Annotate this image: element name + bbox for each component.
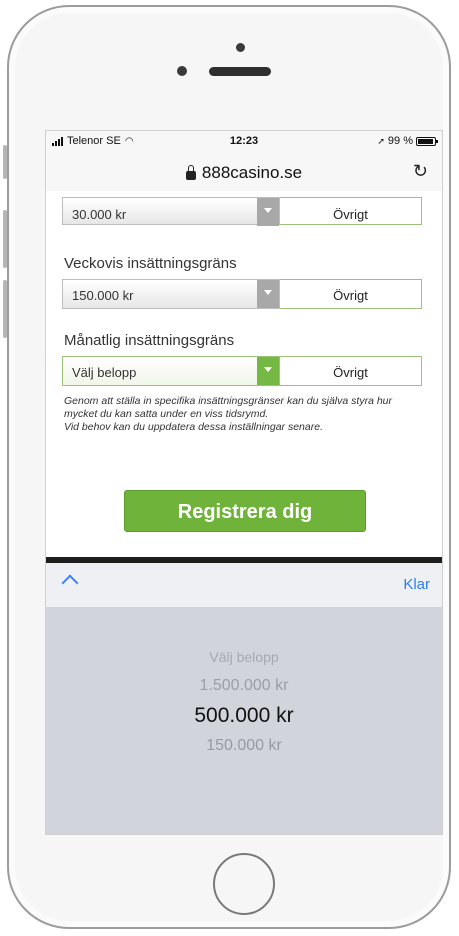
weekly-limit-row: 150.000 kr Övrigt [62, 279, 422, 309]
value-picker[interactable]: Välj belopp 1.500.000 kr 500.000 kr 150.… [46, 607, 442, 834]
proximity-sensor [177, 66, 187, 76]
weekly-limit-label: Veckovis insättningsgräns [64, 255, 237, 272]
register-button[interactable]: Registrera dig [124, 490, 366, 532]
chevron-down-icon [257, 357, 279, 385]
status-bar: Telenor SE ◠ 12:23 ➚ 99 % [46, 131, 442, 151]
battery-percent: 99 % [387, 135, 413, 147]
limits-note: Genom att ställa in specifika insättning… [64, 395, 428, 434]
weekly-other-button[interactable]: Övrigt [280, 279, 422, 309]
monthly-other-button[interactable]: Övrigt [280, 356, 422, 386]
chevron-up-icon[interactable] [61, 574, 79, 592]
lock-icon [185, 164, 196, 180]
monthly-limit-row: Välj belopp Övrigt [62, 356, 422, 386]
front-camera [236, 43, 245, 52]
address-bar[interactable]: 888casino.se ↻ [46, 151, 442, 192]
daily-limit-select[interactable]: 30.000 kr [62, 197, 280, 226]
picker-option-selected[interactable]: 500.000 kr [46, 704, 442, 728]
chevron-down-icon [257, 198, 279, 226]
volume-down-button [3, 280, 7, 338]
reload-icon[interactable]: ↻ [413, 161, 428, 182]
daily-other-button[interactable]: Övrigt [280, 197, 422, 225]
picker-option[interactable]: Välj belopp [46, 649, 442, 665]
monthly-limit-select[interactable]: Välj belopp [62, 356, 280, 386]
chevron-down-icon [257, 280, 279, 308]
location-icon: ➚ [377, 135, 385, 146]
home-button[interactable] [213, 853, 275, 915]
battery-icon [416, 136, 438, 146]
weekly-limit-select[interactable]: 150.000 kr [62, 279, 280, 309]
volume-up-button [3, 210, 7, 268]
picker-option[interactable]: 150.000 kr [46, 737, 442, 755]
web-content: 30.000 kr Övrigt Veckovis insättningsgrä… [46, 191, 442, 561]
phone-screen: Telenor SE ◠ 12:23 ➚ 99 % 888casino.se ↻… [45, 130, 443, 835]
note-line-2: Vid behov kan du uppdatera dessa inställ… [64, 421, 323, 433]
phone-frame: Telenor SE ◠ 12:23 ➚ 99 % 888casino.se ↻… [7, 5, 451, 929]
monthly-limit-label: Månatlig insättningsgräns [64, 332, 235, 349]
mute-switch [3, 145, 7, 179]
picker-option[interactable]: 1.500.000 kr [46, 677, 442, 695]
daily-limit-row: 30.000 kr Övrigt [62, 197, 422, 226]
earpiece-speaker [209, 67, 271, 76]
keyboard-toolbar: Klar [46, 563, 442, 608]
done-button[interactable]: Klar [403, 576, 430, 593]
note-line-1: Genom att ställa in specifika insättning… [64, 395, 392, 420]
url-text: 888casino.se [201, 163, 303, 182]
